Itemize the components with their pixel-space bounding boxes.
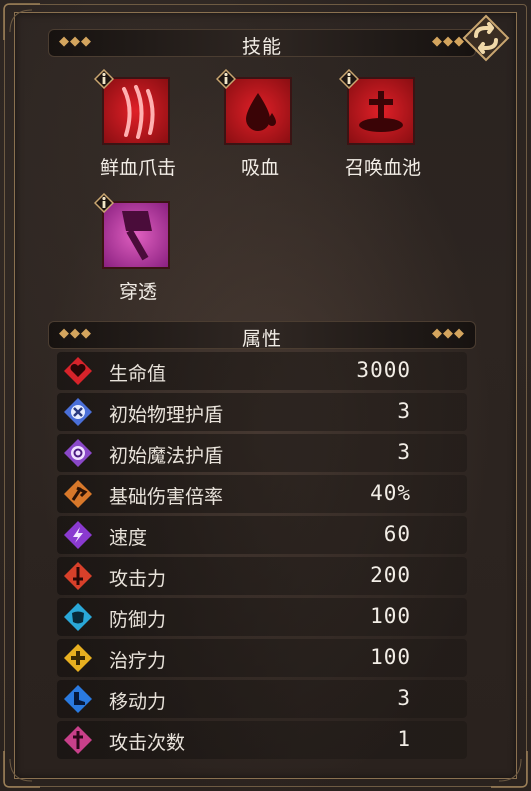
info-icon[interactable] [216, 69, 236, 89]
info-icon[interactable] [94, 193, 114, 213]
attribute-value: 200 [370, 563, 411, 587]
attribute-label: 生命值 [109, 363, 167, 385]
swap-button[interactable] [462, 14, 510, 62]
skills-section-title: 技能 [241, 36, 282, 58]
info-icon[interactable] [94, 69, 114, 89]
attribute-row: 速度 60 [57, 516, 467, 554]
damage-multiplier-icon [63, 479, 93, 509]
skills-section-header: ◆◆◆ 技能 ◆◆◆ [48, 29, 476, 58]
ornament-dots: ◆◆◆ [432, 34, 465, 49]
attribute-label: 防御力 [109, 609, 167, 631]
skill-name: 召唤血池 [344, 157, 421, 179]
swap-arrows-icon [462, 14, 510, 62]
attribute-label: 初始物理护盾 [109, 404, 224, 426]
attribute-value: 100 [370, 604, 411, 628]
attribute-row: 生命值 3000 [57, 352, 467, 390]
attribute-row: 攻击次数 1 [57, 721, 467, 759]
attribute-row: 治疗力 100 [57, 639, 467, 677]
character-info-panel: ◆◆◆ 技能 ◆◆◆ 鲜血爪击 吸血 召唤血池 穿透 ◆◆◆ 属性 ◆◆◆ 生命… [0, 0, 531, 791]
attribute-row: 防御力 100 [57, 598, 467, 636]
attribute-value: 1 [397, 727, 411, 751]
physical-shield-icon [63, 397, 93, 427]
attribute-row: 初始魔法护盾 3 [57, 434, 467, 472]
move-boot-icon [63, 684, 93, 714]
attribute-value: 40% [370, 481, 411, 505]
speed-icon [63, 520, 93, 550]
attack-sword-icon [63, 561, 93, 591]
skill-name: 吸血 [240, 157, 279, 179]
attribute-value: 3000 [356, 358, 411, 382]
attribute-label: 移动力 [109, 691, 167, 713]
attribute-row: 基础伤害倍率 40% [57, 475, 467, 513]
corner-ornament [2, 749, 42, 789]
attribute-value: 100 [370, 645, 411, 669]
corner-ornament [2, 2, 42, 42]
attributes-section-header: ◆◆◆ 属性 ◆◆◆ [48, 321, 476, 350]
attribute-label: 攻击力 [109, 568, 167, 590]
attribute-label: 基础伤害倍率 [109, 486, 224, 508]
attribute-label: 攻击次数 [109, 732, 186, 754]
attack-count-icon [63, 725, 93, 755]
magic-shield-icon [63, 438, 93, 468]
attribute-row: 攻击力 200 [57, 557, 467, 595]
corner-ornament [489, 749, 529, 789]
skill-name: 穿透 [118, 281, 157, 303]
attribute-value: 3 [397, 440, 411, 464]
attribute-label: 速度 [109, 527, 148, 549]
heart-icon [63, 356, 93, 386]
attribute-value: 60 [383, 522, 411, 546]
attribute-row: 初始物理护盾 3 [57, 393, 467, 431]
defense-armor-icon [63, 602, 93, 632]
attribute-row: 移动力 3 [57, 680, 467, 718]
heal-cross-icon [63, 643, 93, 673]
attribute-label: 治疗力 [109, 650, 167, 672]
info-icon[interactable] [339, 69, 359, 89]
attribute-value: 3 [397, 686, 411, 710]
attribute-label: 初始魔法护盾 [109, 445, 224, 467]
attribute-value: 3 [397, 399, 411, 423]
attributes-section-title: 属性 [241, 328, 282, 350]
ornament-dots: ◆◆◆ [432, 326, 465, 341]
skill-name: 鲜血爪击 [99, 157, 176, 179]
